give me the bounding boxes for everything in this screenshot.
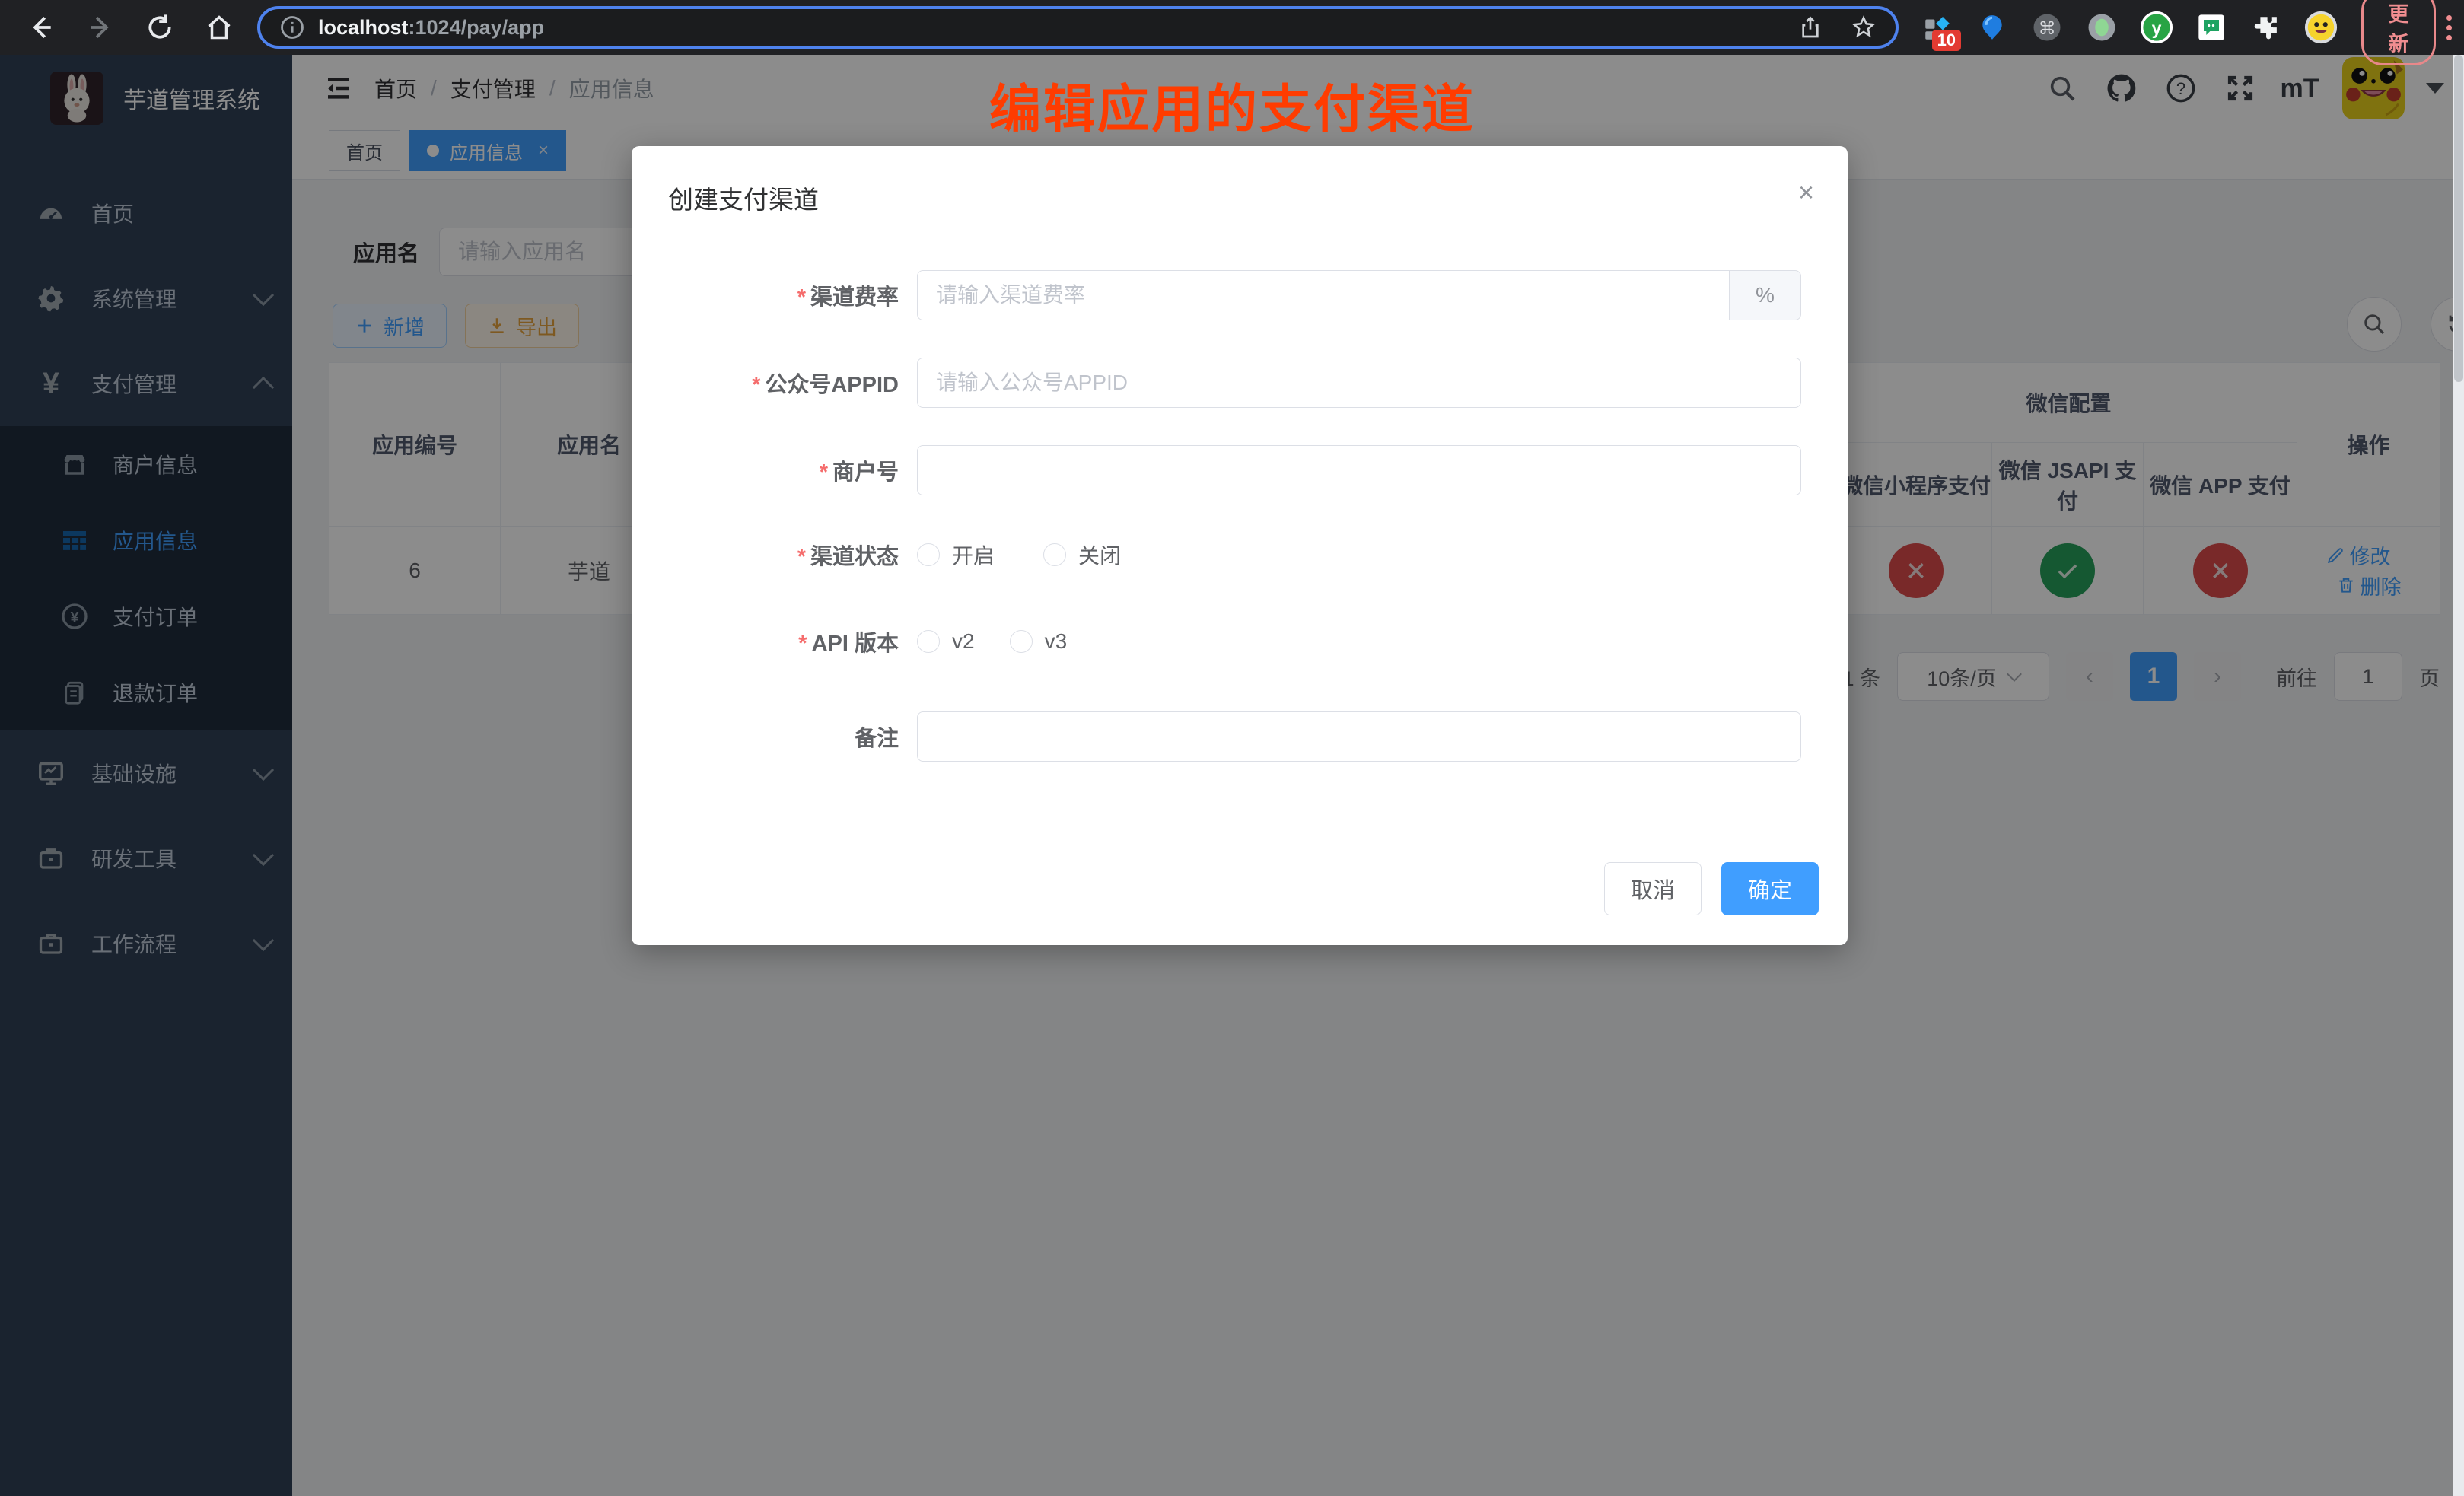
site-info-icon[interactable]	[277, 12, 307, 43]
cancel-button[interactable]: 取消	[1604, 862, 1702, 915]
extension-icons: 10 ⌘ y	[1920, 10, 2338, 45]
extension-dot-icon[interactable]	[2084, 10, 2119, 45]
field-label-remark: 备注	[632, 721, 917, 753]
field-label-appid: *公众号APPID	[632, 367, 917, 399]
dialog-title: 创建支付渠道	[668, 180, 819, 216]
rate-input[interactable]	[917, 270, 1729, 320]
create-channel-dialog: 创建支付渠道 × *渠道费率 % *公众号APPID *商户号 *渠道状态 开启…	[632, 146, 1848, 945]
scrollbar-thumb[interactable]	[2454, 55, 2463, 382]
api-radio-v3[interactable]: v3	[1010, 629, 1068, 654]
extension-command-icon[interactable]: ⌘	[2029, 10, 2064, 45]
browser-menu-icon[interactable]	[2446, 15, 2452, 40]
radio-icon	[917, 543, 940, 566]
extension-y-icon[interactable]: y	[2139, 10, 2174, 45]
radio-icon	[1043, 543, 1066, 566]
api-radio-v2[interactable]: v2	[917, 629, 975, 654]
extension-pin-icon[interactable]: 10	[1920, 10, 1955, 45]
field-label-api: *API 版本	[632, 625, 917, 657]
svg-text:⌘: ⌘	[2039, 18, 2056, 38]
merchant-input[interactable]	[917, 445, 1801, 495]
remark-input[interactable]	[917, 711, 1801, 762]
extensions-puzzle-icon[interactable]	[2249, 10, 2284, 45]
rate-suffix: %	[1729, 270, 1801, 320]
profile-emoji-icon[interactable]	[2303, 10, 2338, 45]
reload-icon[interactable]	[145, 12, 175, 43]
back-icon[interactable]	[26, 12, 56, 43]
extension-balloon-icon[interactable]	[1975, 10, 2010, 45]
status-radio-on[interactable]: 开启	[917, 540, 995, 570]
radio-label: v2	[952, 629, 975, 654]
radio-icon	[917, 630, 940, 653]
radio-label: v3	[1045, 629, 1068, 654]
radio-icon	[1010, 630, 1033, 653]
required-asterisk: *	[797, 285, 806, 310]
page-scrollbar[interactable]	[2453, 55, 2464, 1496]
required-asterisk: *	[798, 632, 807, 656]
field-label-status: *渠道状态	[632, 539, 917, 571]
required-asterisk: *	[797, 545, 806, 569]
extension-badge: 10	[1932, 30, 1961, 51]
field-label-rate: *渠道费率	[632, 279, 917, 311]
home-icon[interactable]	[204, 12, 234, 43]
required-asterisk: *	[752, 373, 760, 397]
field-label-merchant: *商户号	[632, 454, 917, 486]
url-path: :1024/pay/app	[409, 16, 545, 40]
url-host: localhost	[318, 16, 409, 40]
browser-toolbar: localhost:1024/pay/app 10 ⌘ y	[0, 0, 2464, 55]
dialog-close-icon[interactable]: ×	[1798, 177, 1814, 208]
url-bar[interactable]: localhost:1024/pay/app	[257, 6, 1899, 49]
required-asterisk: *	[820, 460, 828, 485]
svg-text:y: y	[2152, 18, 2162, 38]
radio-label: 开启	[952, 540, 995, 570]
forward-icon[interactable]	[85, 12, 116, 43]
bookmark-star-icon[interactable]	[1848, 12, 1879, 43]
status-radio-off[interactable]: 关闭	[1043, 540, 1121, 570]
annotation-text: 编辑应用的支付渠道	[989, 67, 1476, 142]
share-icon[interactable]	[1795, 12, 1826, 43]
radio-label: 关闭	[1078, 540, 1121, 570]
appid-input[interactable]	[917, 358, 1801, 408]
browser-update-button[interactable]: 更新	[2361, 0, 2436, 65]
extension-chat-icon[interactable]	[2194, 10, 2229, 45]
confirm-button[interactable]: 确定	[1721, 862, 1819, 915]
